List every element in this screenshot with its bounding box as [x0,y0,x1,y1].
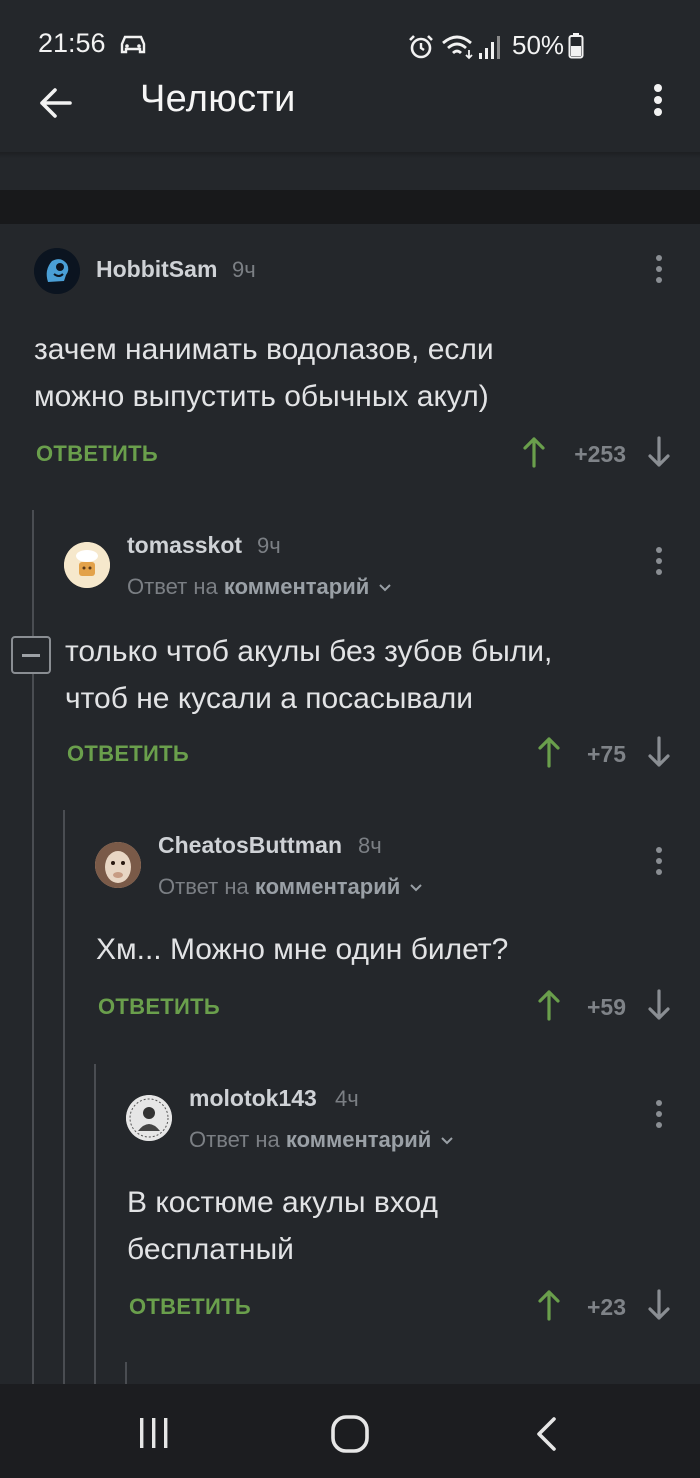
comment-body: только чтоб акулы без зубов были, чтоб н… [65,628,552,722]
reply-to-prefix: Ответ на [127,574,218,599]
arrow-down-icon[interactable] [648,736,670,768]
app-bar-shadow [0,152,700,158]
reply-to-link[interactable]: Ответ на комментарий [189,1127,454,1153]
rating-score: +23 [586,1294,626,1320]
thread-line-level-4 [125,1362,127,1384]
reply-button[interactable]: ОТВЕТИТЬ [36,441,158,467]
recent-apps-icon[interactable] [136,1416,172,1450]
chevron-down-icon[interactable] [440,1136,454,1146]
collapse-thread-button[interactable] [11,636,51,674]
wifi-icon [442,35,473,60]
reply-to-link[interactable]: Ответ на комментарий [127,574,392,600]
status-time: 21:56 [38,28,106,58]
comment-body: В костюме акулы вход бесплатный [127,1179,438,1273]
username[interactable]: HobbitSam [96,256,217,283]
reply-button[interactable]: ОТВЕТИТЬ [129,1294,251,1320]
reply-to-target[interactable]: комментарий [224,574,369,599]
more-vertical-icon[interactable] [654,546,664,576]
arrow-up-icon[interactable] [523,436,545,468]
comment-body-line: зачем нанимать водолазов, если [34,333,494,366]
thread-line-level-2 [63,810,65,1384]
comment-body: Хм... Можно мне один билет? [96,926,508,973]
comment-time: 4ч [335,1086,359,1111]
back-nav-icon[interactable] [534,1416,558,1452]
battery-percent: 50% [512,30,565,60]
comment-body-line: бесплатный [127,1233,294,1266]
username[interactable]: molotok143 [189,1085,317,1112]
username[interactable]: CheatosButtman [158,832,342,859]
app-bar: Челюсти [0,78,700,154]
reply-to-link[interactable]: Ответ на комментарий [158,874,423,900]
rating-score: +75 [586,741,626,767]
more-vertical-icon[interactable] [654,1099,664,1129]
page-title: Челюсти [140,78,296,120]
reply-to-prefix: Ответ на [158,874,249,899]
comment-body-line: можно выпустить обычных акул) [34,380,489,413]
comment-time: 9ч [232,257,256,282]
rating-score: +59 [586,994,626,1020]
battery-icon [568,33,584,59]
comment-body-line: В костюме акулы вход [127,1186,439,1219]
comment-body: зачем нанимать водолазов, если можно вып… [34,326,494,420]
comment-time: 9ч [257,533,281,558]
reply-to-target[interactable]: комментарий [255,874,400,899]
comment-body-line: чтоб не кусали а посасывали [65,682,473,715]
arrow-down-icon[interactable] [648,436,670,468]
separator-band [0,190,700,224]
arrow-down-icon[interactable] [648,989,670,1021]
username[interactable]: tomasskot [127,532,242,559]
reply-to-target[interactable]: комментарий [286,1127,431,1152]
signal-icon [479,36,500,59]
rating-score: +253 [574,441,626,467]
car-icon [120,35,146,54]
more-vertical-icon[interactable] [654,846,664,876]
reply-button[interactable]: ОТВЕТИТЬ [98,994,220,1020]
avatar[interactable] [126,1095,172,1141]
chevron-down-icon[interactable] [409,883,423,893]
chevron-down-icon[interactable] [378,583,392,593]
arrow-left-icon[interactable] [36,83,76,123]
alarm-icon [409,35,433,59]
avatar[interactable] [64,542,110,588]
comment-time: 8ч [358,833,382,858]
arrow-down-icon[interactable] [648,1289,670,1321]
reply-to-prefix: Ответ на [189,1127,280,1152]
more-vertical-icon[interactable] [648,82,668,122]
avatar[interactable] [95,842,141,888]
reply-button[interactable]: ОТВЕТИТЬ [67,741,189,767]
comment-body-line: Хм... Можно мне один билет? [96,933,509,966]
home-icon[interactable] [330,1414,370,1454]
avatar[interactable] [34,248,80,294]
thread-line-level-3 [94,1064,96,1384]
more-vertical-icon[interactable] [654,254,664,284]
system-nav-bar [0,1384,700,1478]
status-bar: 21:56 50% [0,0,700,80]
comment-body-line: только чтоб акулы без зубов были, [65,635,553,668]
